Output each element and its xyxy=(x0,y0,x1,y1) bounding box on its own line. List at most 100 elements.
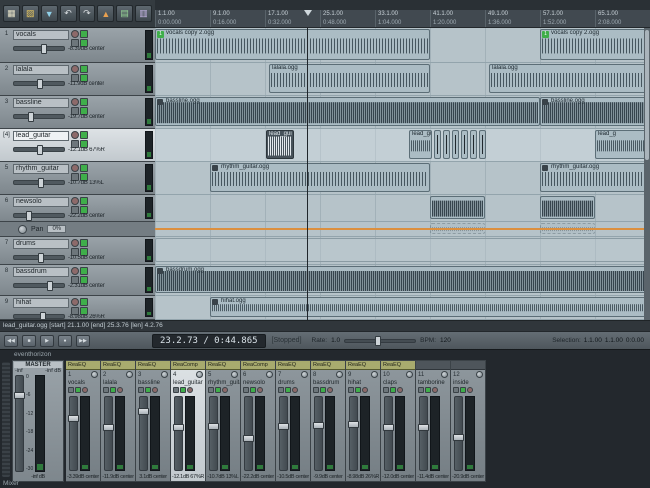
mute-button[interactable] xyxy=(313,387,319,393)
pan-knob[interactable] xyxy=(91,371,98,378)
fx-slot[interactable]: ReaComp xyxy=(171,361,205,370)
lane-hihat[interactable]: hihat.ogg xyxy=(155,296,650,320)
fader-handle[interactable] xyxy=(453,434,464,441)
channel-name[interactable]: newsolo xyxy=(241,379,275,387)
track-name-field[interactable]: rhythm_guitar xyxy=(13,164,69,174)
volume-fader[interactable] xyxy=(313,396,324,471)
track-strip-vocals[interactable]: 1 vocals -8.39dB center xyxy=(0,28,155,63)
pan-knob[interactable] xyxy=(441,371,448,378)
pan-knob[interactable] xyxy=(371,371,378,378)
fx-button[interactable] xyxy=(80,298,88,306)
track-name-field[interactable]: lead_guitar xyxy=(13,131,69,141)
bpm-value[interactable]: 120 xyxy=(440,337,451,344)
track-strip-lalala[interactable]: 2 lalala -11.9dB center xyxy=(0,63,155,96)
fader-handle[interactable] xyxy=(418,424,429,431)
fx-enable-button[interactable] xyxy=(75,387,81,393)
track-strip-lead-guitar[interactable]: [4] lead_guitar -12.1dB 67%R xyxy=(0,129,155,162)
fx-enable-button[interactable] xyxy=(285,387,291,393)
media-item[interactable] xyxy=(434,130,441,159)
track-strip-drums[interactable]: 7 drums -10.5dB center xyxy=(0,237,155,265)
volume-fader[interactable] xyxy=(208,396,219,471)
redo-icon[interactable]: ↷ xyxy=(78,5,96,22)
mute-button[interactable] xyxy=(243,387,249,393)
record-arm-button[interactable] xyxy=(71,131,79,139)
volume-slider-handle[interactable] xyxy=(38,178,44,188)
media-item[interactable]: hihat.ogg xyxy=(210,297,648,317)
pan-knob[interactable] xyxy=(336,371,343,378)
rate-slider[interactable] xyxy=(344,335,417,346)
fx-button[interactable] xyxy=(80,164,88,172)
arrange-lanes[interactable]: 1 vocals copy 2.ogg 1 vocals copy 2.ogg … xyxy=(155,28,650,320)
mixer-strip-newsolo[interactable]: ReaComp 6 newsolo -22.2dB center xyxy=(241,360,276,482)
track-strip-rhythm-guitar[interactable]: 5 rhythm_guitar -10.7dB 13%L xyxy=(0,162,155,195)
record-arm-button[interactable] xyxy=(257,387,263,393)
undo-icon[interactable]: ↶ xyxy=(59,5,77,22)
volume-slider[interactable] xyxy=(13,178,65,188)
fx-enable-button[interactable] xyxy=(110,387,116,393)
mute-button[interactable] xyxy=(348,387,354,393)
media-item[interactable] xyxy=(452,130,459,159)
media-item[interactable]: 1 vocals copy 2.ogg xyxy=(540,29,648,60)
volume-slider[interactable] xyxy=(13,312,65,319)
mute-button[interactable] xyxy=(208,387,214,393)
scrollbar-thumb[interactable] xyxy=(645,30,649,160)
lane-newsolo[interactable] xyxy=(155,195,650,222)
fx-button[interactable] xyxy=(80,267,88,275)
volume-fader[interactable] xyxy=(103,396,114,471)
channel-name[interactable]: inside xyxy=(451,379,485,387)
mixer-docker-tab[interactable]: Mixer xyxy=(3,480,19,487)
fader-handle[interactable] xyxy=(278,423,289,430)
media-item[interactable] xyxy=(470,130,477,159)
media-item[interactable]: 1 vocals copy 2.ogg xyxy=(155,29,430,60)
record-arm-button[interactable] xyxy=(71,239,79,247)
fx-enable-button[interactable] xyxy=(180,387,186,393)
volume-fader[interactable] xyxy=(383,396,394,471)
fx-enable-button[interactable] xyxy=(320,387,326,393)
mute-button[interactable] xyxy=(453,387,459,393)
record-arm-button[interactable] xyxy=(292,387,298,393)
volume-slider-handle[interactable] xyxy=(38,253,44,263)
play-button[interactable]: ▶ xyxy=(40,334,54,347)
pan-envelope-line[interactable] xyxy=(155,228,650,230)
media-item[interactable]: rhythm_guitar.ogg xyxy=(210,163,430,192)
record-arm-button[interactable] xyxy=(71,65,79,73)
new-project-icon[interactable]: ▦ xyxy=(3,5,20,22)
metronome-icon[interactable]: ▲ xyxy=(97,5,115,22)
fx-slot[interactable] xyxy=(416,361,450,370)
arrange-vertical-scrollbar[interactable] xyxy=(644,28,650,320)
volume-fader[interactable] xyxy=(68,396,79,471)
fx-button[interactable] xyxy=(80,239,88,247)
record-arm-button[interactable] xyxy=(432,387,438,393)
fx-slot[interactable]: ReaEQ xyxy=(346,361,380,370)
volume-slider[interactable] xyxy=(13,253,65,263)
record-arm-button[interactable] xyxy=(71,98,79,106)
lane-drums[interactable] xyxy=(155,237,650,265)
volume-slider-handle[interactable] xyxy=(37,79,43,89)
channel-name[interactable]: tamborine xyxy=(416,379,450,387)
mixer-strip-claps[interactable]: ReaEQ 10 claps -12.0dB center xyxy=(381,360,416,482)
fader-handle[interactable] xyxy=(243,435,254,442)
fx-enable-button[interactable] xyxy=(250,387,256,393)
media-item[interactable]: bassdrum.ogg xyxy=(155,266,648,293)
volume-slider-handle[interactable] xyxy=(41,44,47,54)
open-project-icon[interactable]: ▨ xyxy=(21,5,39,22)
fx-slot[interactable]: ReaEQ xyxy=(136,361,170,370)
record-arm-button[interactable] xyxy=(187,387,193,393)
pan-knob[interactable] xyxy=(266,371,273,378)
fx-button[interactable] xyxy=(80,98,88,106)
transport-position-display[interactable]: 23.2.73 / 0:44.865 xyxy=(152,333,266,348)
volume-fader[interactable] xyxy=(173,396,184,471)
volume-slider[interactable] xyxy=(13,79,65,89)
media-item[interactable]: bassline.ogg xyxy=(540,97,648,126)
mute-button[interactable] xyxy=(383,387,389,393)
lane-rhythm-guitar[interactable]: rhythm_guitar.ogg rhythm_guitar.ogg xyxy=(155,162,650,195)
fx-slot[interactable]: ReaEQ xyxy=(206,361,240,370)
rate-value[interactable]: 1.0 xyxy=(331,337,340,344)
track-name-field[interactable]: newsolo xyxy=(13,197,69,207)
media-item[interactable] xyxy=(443,130,450,159)
volume-slider[interactable] xyxy=(13,112,65,122)
lane-vocals[interactable]: 1 vocals copy 2.ogg 1 vocals copy 2.ogg xyxy=(155,28,650,63)
track-strip-bassline[interactable]: 3 bassline -19.7dB center xyxy=(0,96,155,129)
record-arm-button[interactable] xyxy=(71,267,79,275)
channel-name[interactable]: lead_guitar xyxy=(171,379,205,387)
